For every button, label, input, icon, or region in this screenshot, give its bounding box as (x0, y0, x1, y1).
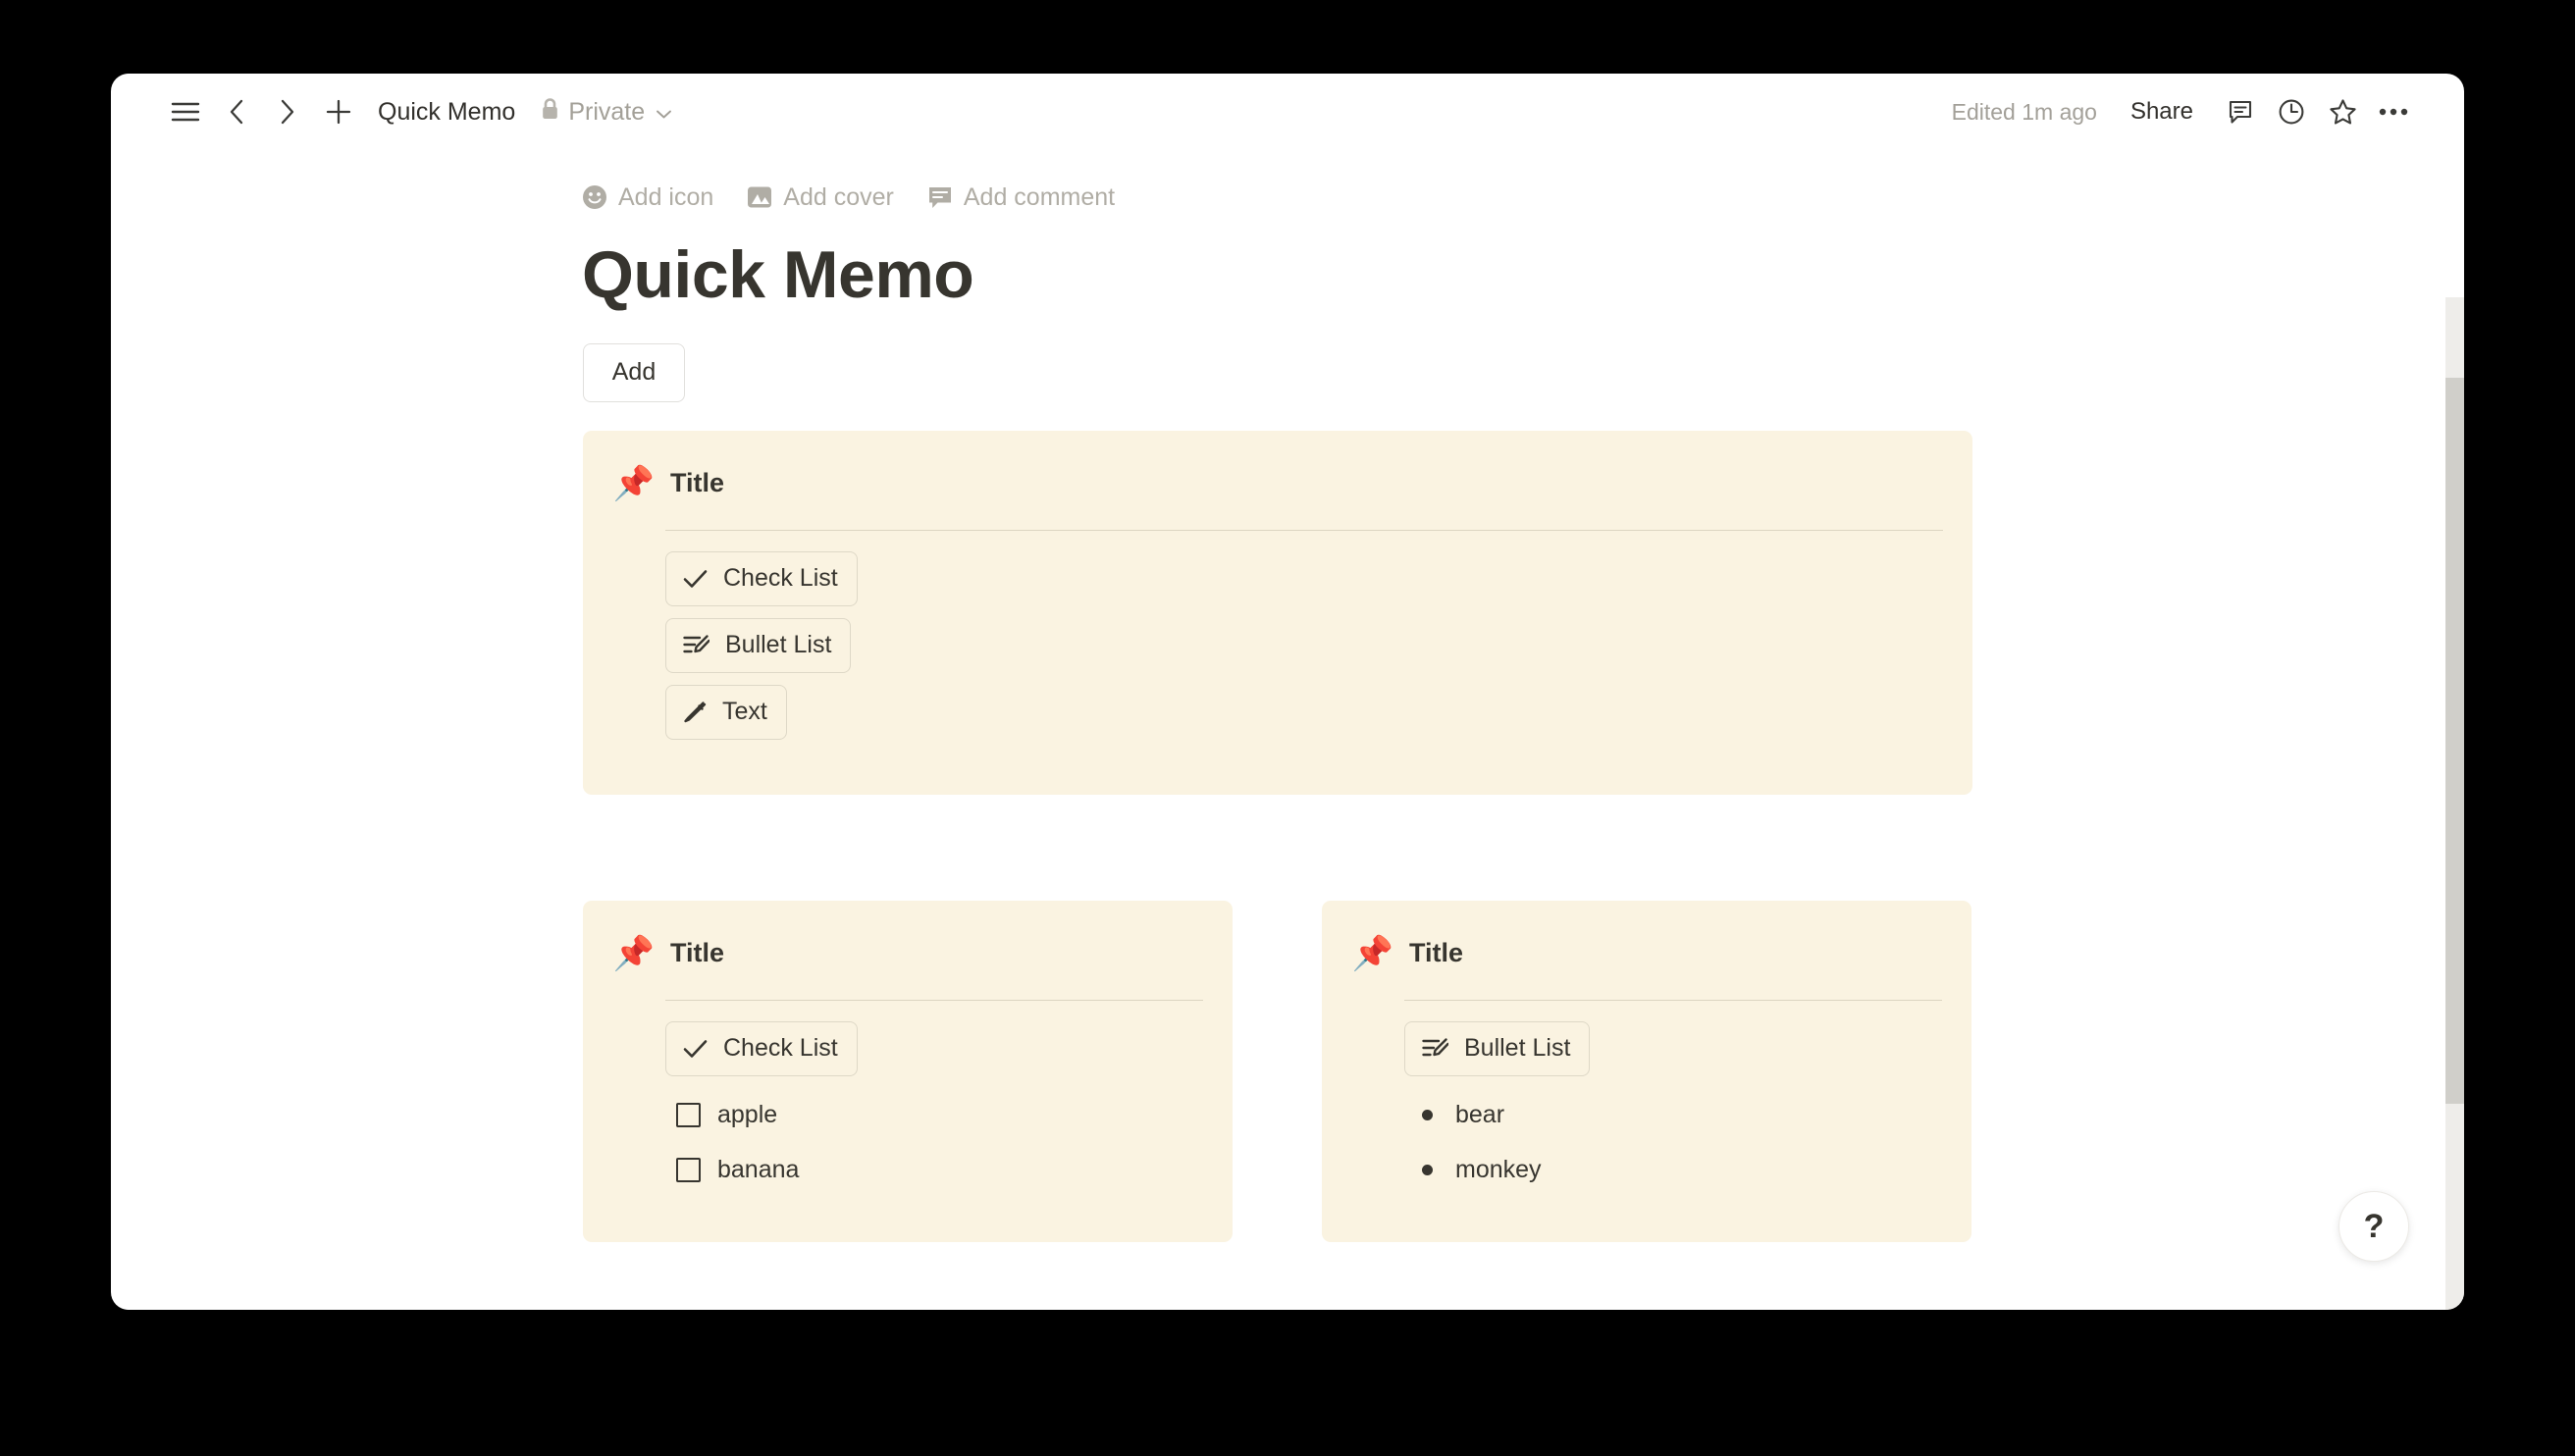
list-item-label: banana (717, 1156, 800, 1184)
memo-card-title[interactable]: Title (1409, 938, 1463, 968)
bullet-icon (1422, 1110, 1433, 1121)
page-scroll-area: Add icon Add cover Add comment Quick Mem… (111, 150, 2464, 1310)
memo-card-header: 📌 Title (612, 930, 1203, 977)
bullet-list-button[interactable]: Bullet List (665, 617, 852, 673)
vertical-scrollbar-thumb[interactable] (2445, 378, 2464, 1104)
app-window: Quick Memo Private Edited 1m ago Share A… (111, 74, 2464, 1310)
image-icon (747, 184, 772, 210)
check-list-button[interactable]: Check List (665, 1020, 858, 1076)
list-item[interactable]: monkey (1404, 1143, 1942, 1198)
ellipsis-icon[interactable] (2368, 86, 2419, 137)
memo-card[interactable]: 📌 Title Check List (583, 900, 1233, 1242)
pencil-icon (683, 701, 707, 723)
check-list-button[interactable]: Check List (665, 550, 858, 606)
bullet-list-label: Bullet List (1464, 1034, 1571, 1063)
memo-card-body: Check List Bullet List Text (612, 531, 1943, 752)
top-bar: Quick Memo Private Edited 1m ago Share (111, 74, 2464, 150)
top-bar-right: Edited 1m ago Share (1952, 86, 2419, 137)
chevron-left-icon[interactable] (211, 86, 262, 137)
chevron-down-icon (656, 98, 672, 127)
list-item[interactable]: banana (665, 1143, 1203, 1198)
plus-icon[interactable] (313, 86, 364, 137)
add-comment-label: Add comment (963, 182, 1116, 211)
list-item-label: monkey (1455, 1156, 1542, 1184)
add-icon-button[interactable]: Add icon (582, 183, 713, 212)
text-button[interactable]: Text (665, 684, 787, 740)
list-item[interactable]: apple (665, 1088, 1203, 1143)
pushpin-icon: 📌 (1351, 934, 1394, 972)
lock-icon (541, 97, 559, 128)
smiley-icon (582, 184, 607, 210)
list-edit-icon (1422, 1037, 1448, 1060)
memo-card-body: Check List apple banana (612, 1001, 1203, 1198)
privacy-label: Private (568, 97, 646, 126)
breadcrumb-page-title[interactable]: Quick Memo (378, 98, 515, 127)
memo-card-title[interactable]: Title (670, 938, 724, 968)
memo-card[interactable]: 📌 Title Check List (583, 430, 1972, 795)
checkbox-icon[interactable] (676, 1158, 701, 1183)
memo-card-row-top: 📌 Title Check List Bullet List Text (583, 430, 2437, 795)
list-item-label: bear (1455, 1101, 1505, 1129)
chevron-right-icon[interactable] (262, 86, 313, 137)
list-item[interactable]: bear (1404, 1088, 1942, 1143)
bullet-icon (1422, 1165, 1433, 1176)
check-list-label: Check List (723, 1034, 838, 1063)
share-button[interactable]: Share (2130, 98, 2193, 126)
pushpin-icon: 📌 (612, 934, 656, 972)
privacy-selector[interactable]: Private (541, 97, 672, 128)
vertical-scrollbar-track[interactable] (2445, 297, 2464, 1310)
memo-card-title[interactable]: Title (670, 468, 724, 498)
add-comment-button[interactable]: Add comment (927, 183, 1115, 212)
page-meta-actions: Add icon Add cover Add comment (582, 178, 2437, 217)
checkbox-icon[interactable] (676, 1103, 701, 1128)
check-list-label: Check List (723, 564, 838, 593)
add-button[interactable]: Add (583, 342, 685, 402)
memo-card-body: Bullet List bear monkey (1351, 1001, 1942, 1198)
comment-icon[interactable] (2215, 86, 2266, 137)
hamburger-menu-icon[interactable] (160, 86, 211, 137)
edited-status[interactable]: Edited 1m ago (1952, 99, 2097, 126)
memo-card-row-bottom: 📌 Title Check List apple banana 📌 Title … (583, 900, 2437, 1242)
bullet-list-label: Bullet List (725, 631, 832, 659)
top-bar-left: Quick Memo Private (160, 86, 672, 137)
check-icon (683, 569, 708, 589)
star-icon[interactable] (2317, 86, 2368, 137)
add-cover-button[interactable]: Add cover (747, 183, 894, 212)
page-content: Add icon Add cover Add comment Quick Mem… (111, 150, 2437, 1242)
memo-card[interactable]: 📌 Title Bullet List bear monkey (1322, 900, 1971, 1242)
memo-card-header: 📌 Title (612, 460, 1943, 507)
check-icon (683, 1039, 708, 1059)
page-title[interactable]: Quick Memo (582, 238, 2437, 312)
text-label: Text (722, 698, 767, 726)
clock-icon[interactable] (2266, 86, 2317, 137)
list-edit-icon (683, 634, 709, 656)
list-item-label: apple (717, 1101, 778, 1129)
help-button[interactable]: ? (2339, 1191, 2409, 1262)
memo-card-header: 📌 Title (1351, 930, 1942, 977)
add-cover-label: Add cover (783, 182, 894, 211)
comment-icon (927, 184, 953, 210)
add-icon-label: Add icon (618, 182, 714, 211)
bullet-list-button[interactable]: Bullet List (1404, 1020, 1591, 1076)
pushpin-icon: 📌 (612, 464, 656, 502)
